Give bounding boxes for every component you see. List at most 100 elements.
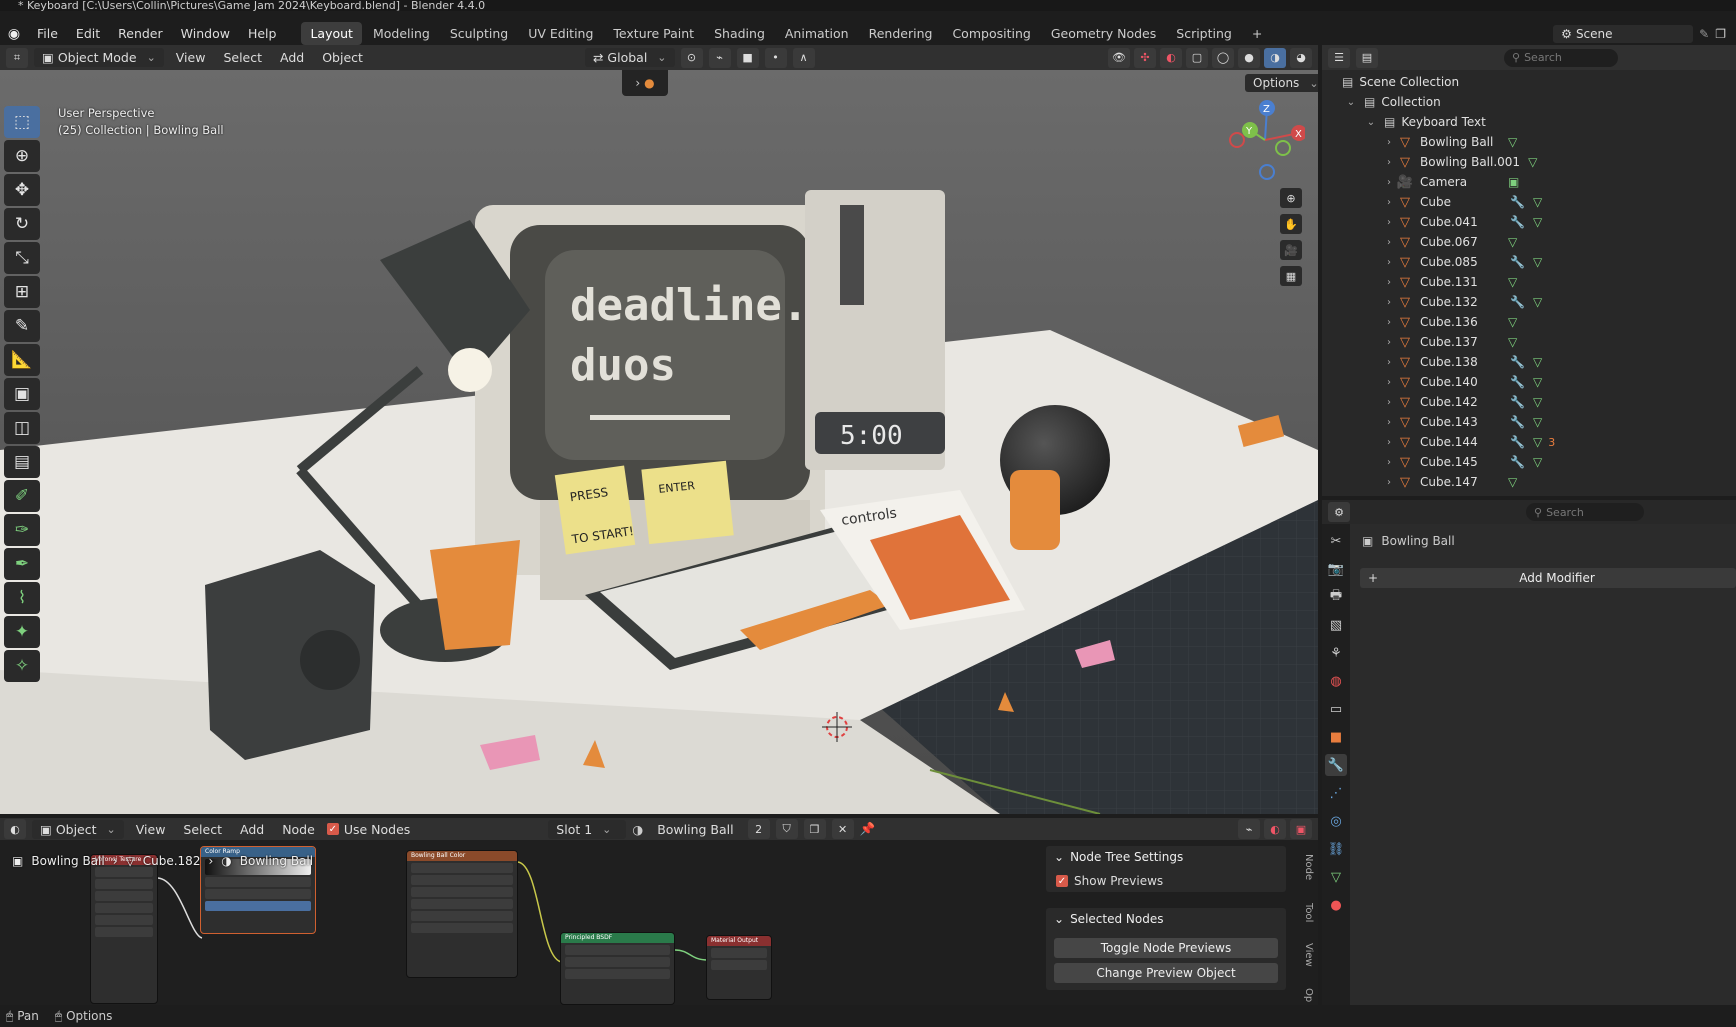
modifier-icon[interactable]: 🔧 [1510,395,1525,409]
add-cube-tool-icon[interactable]: ▣ [4,378,40,410]
pivot-icon[interactable]: ⊙ [680,47,703,68]
mesh-data-icon[interactable]: ▽ [1533,295,1542,309]
render-props-icon[interactable]: 📷 [1325,558,1347,580]
expand-right-icon[interactable]: › [1382,297,1396,308]
material-props-icon[interactable]: ● [1325,894,1347,916]
menu-render[interactable]: Render [109,26,172,41]
expand-down-icon[interactable]: ⌄ [1344,97,1358,108]
node-editor-type-icon[interactable]: ◐ [4,819,26,839]
mode-dropdown[interactable]: ▣ Object Mode [34,48,164,67]
particles-icon[interactable]: ⋰ [1325,782,1347,804]
outliner-item[interactable]: › ▽ Cube.143 🔧 ▽ [1322,412,1736,432]
expand-right-icon[interactable]: › [1382,197,1396,208]
mesh-data-icon[interactable]: ▽ [1508,275,1517,289]
fake-user-icon[interactable]: ⛉ [775,819,798,839]
material-name-field[interactable]: Bowling Ball [649,822,741,837]
properties-search-field[interactable]: ⚲ Search [1526,503,1644,521]
ne-menu-node[interactable]: Node [276,822,321,837]
pin-icon[interactable]: 📌 [860,821,876,837]
node-editor-object-dropdown[interactable]: ▣ Object [32,819,124,839]
fill-tool-icon[interactable]: ✒ [4,548,40,580]
modifier-icon[interactable]: 🔧 [1510,295,1525,309]
ne-menu-view[interactable]: View [130,822,172,837]
visibility-icon[interactable]: 👁 [1108,47,1130,68]
3d-viewport[interactable]: deadline. duos 5:00 PRESS TO START! ENTE… [0,70,1318,814]
outliner-item[interactable]: › ▽ Cube.144 🔧 ▽ 3 [1322,432,1736,452]
change-preview-object-button[interactable]: Change Preview Object [1054,963,1278,983]
snap-icon[interactable]: ⌁ [708,47,731,68]
sidebar-tab-view[interactable]: View [1298,943,1314,967]
modifier-icon[interactable]: 🔧 [1510,195,1525,209]
scene-props-icon[interactable]: ⚘ [1325,642,1347,664]
toggle-node-previews-button[interactable]: Toggle Node Previews [1054,938,1278,958]
add-modifier-button[interactable]: + Add Modifier [1360,568,1736,588]
data-props-icon[interactable]: ▽ [1325,866,1347,888]
rotate-tool-icon[interactable]: ↻ [4,208,40,240]
outliner-item[interactable]: › 🎥 Camera ▣ [1322,172,1736,192]
scene-collection-row[interactable]: ▤ Scene Collection [1322,72,1736,92]
display-mode-icon[interactable]: ▤ [1356,47,1378,68]
outliner-item[interactable]: › ▽ Bowling Ball ▽ [1322,132,1736,152]
expand-right-icon[interactable]: › [1382,157,1396,168]
menu-window[interactable]: Window [172,26,239,41]
slot-dropdown[interactable]: Slot 1 [548,819,627,839]
node-tree-settings-header[interactable]: ⌄ Node Tree Settings [1054,850,1183,864]
outliner-item[interactable]: › ▽ Cube.085 🔧 ▽ [1322,252,1736,272]
principled-bsdf-node[interactable]: Principled BSDF [560,932,675,1005]
material-output-node[interactable]: Material Output [706,935,772,1000]
sidebar-tab-op[interactable]: Op [1298,988,1314,1002]
smooth-tool-icon[interactable]: ⌇ [4,582,40,614]
navigation-gizmo[interactable]: Z X Y [1225,100,1307,180]
mesh-data-icon[interactable]: ▽ [1533,195,1542,209]
solid-shading-icon[interactable]: ● [1238,47,1260,68]
backdrop-icon[interactable]: ▣ [1290,819,1312,839]
material-shading-icon[interactable]: ◑ [1264,47,1286,68]
expand-right-icon[interactable]: › [1382,277,1396,288]
expand-right-icon[interactable]: › [1382,357,1396,368]
selected-nodes-header[interactable]: ⌄ Selected Nodes [1054,912,1163,926]
primitive-tool-icon[interactable]: ◫ [4,412,40,444]
expand-right-icon[interactable]: › [1382,337,1396,348]
outliner-item[interactable]: › ▽ Bowling Ball.001 ▽ [1322,152,1736,172]
mesh-data-icon[interactable]: ▽ [1533,395,1542,409]
outliner-item[interactable]: › ▽ Cube.067 ▽ [1322,232,1736,252]
proportional-icon[interactable]: • [764,47,787,68]
snap-target-icon[interactable]: ■ [736,47,759,68]
annotate-tool-icon[interactable]: ✎ [4,310,40,342]
use-nodes-checkbox[interactable]: ✓ Use Nodes [326,822,410,837]
xray-icon[interactable]: ▢ [1186,47,1208,68]
scene-selector[interactable]: ⚙ Scene [1553,24,1694,43]
physics-icon[interactable]: ◎ [1325,810,1347,832]
tab-layout[interactable]: Layout [301,22,362,45]
show-previews-checkbox[interactable]: ✓ Show Previews [1056,874,1163,888]
falloff-icon[interactable]: ∧ [792,47,815,68]
collection-row[interactable]: ⌄ ▤ Collection [1322,92,1736,112]
outliner-item[interactable]: › ▽ Cube.136 ▽ [1322,312,1736,332]
expand-right-icon[interactable]: › [1382,417,1396,428]
clone-tool-icon[interactable]: ✦ [4,616,40,648]
mesh-data-icon[interactable]: ▽ [1533,435,1542,449]
zoom-icon[interactable]: ⊕ [1280,188,1302,208]
expand-right-icon[interactable]: › [1382,437,1396,448]
tab-shading[interactable]: Shading [705,22,774,45]
object-props-icon[interactable]: ■ [1325,726,1347,748]
output-props-icon[interactable]: 🖶 [1325,586,1347,608]
tab-sculpting[interactable]: Sculpting [441,22,517,45]
tab-compositing[interactable]: Compositing [943,22,1039,45]
editor-type-icon[interactable]: ⌗ [6,47,28,68]
menu-file[interactable]: File [28,26,67,41]
image-tool-icon[interactable]: ▤ [4,446,40,478]
menu-edit[interactable]: Edit [67,26,109,41]
expand-right-icon[interactable]: › [1382,237,1396,248]
mesh-data-icon[interactable]: ▽ [1533,355,1542,369]
tab-uv-editing[interactable]: UV Editing [519,22,602,45]
modifier-icon[interactable]: 🔧 [1510,455,1525,469]
tab-geometry-nodes[interactable]: Geometry Nodes [1042,22,1165,45]
outliner-item[interactable]: › ▽ Cube 🔧 ▽ [1322,192,1736,212]
weight-tool-icon[interactable]: ✧ [4,650,40,682]
ne-menu-select[interactable]: Select [177,822,228,837]
expand-right-icon[interactable]: › [1382,257,1396,268]
expand-right-icon[interactable]: › [1382,317,1396,328]
expand-right-icon[interactable]: › [1382,217,1396,228]
world-props-icon[interactable]: ◍ [1325,670,1347,692]
